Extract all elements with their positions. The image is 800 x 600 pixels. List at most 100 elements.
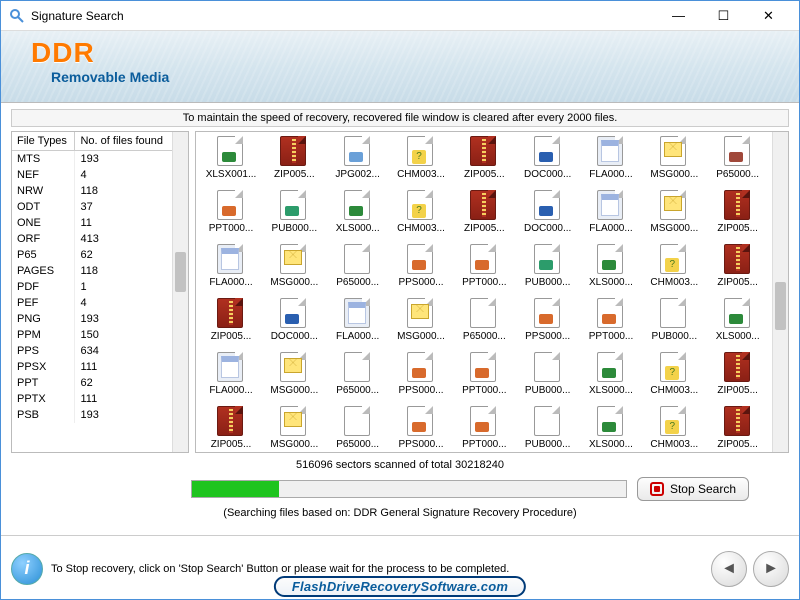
file-item[interactable]: ZIP005... bbox=[709, 352, 767, 404]
file-item[interactable]: MSG000... bbox=[645, 136, 703, 188]
file-item[interactable]: PUB000... bbox=[265, 190, 323, 242]
file-item[interactable]: ZIP005... bbox=[202, 406, 260, 452]
file-item[interactable]: PPT000... bbox=[455, 244, 513, 296]
file-item[interactable]: CHM003... bbox=[645, 244, 703, 296]
file-label: JPG002... bbox=[335, 169, 379, 180]
table-row[interactable]: PPSX111 bbox=[12, 359, 172, 375]
file-label: XLS000... bbox=[589, 277, 633, 288]
file-item[interactable]: PPT000... bbox=[455, 352, 513, 404]
file-item[interactable]: XLS000... bbox=[582, 406, 640, 452]
file-item[interactable]: MSG000... bbox=[265, 244, 323, 296]
file-item[interactable]: PPT000... bbox=[455, 406, 513, 452]
table-row[interactable]: ODT37 bbox=[12, 199, 172, 215]
file-item[interactable]: PPS000... bbox=[392, 352, 450, 404]
file-item[interactable]: PPS000... bbox=[519, 298, 577, 350]
table-row[interactable]: NEF4 bbox=[12, 167, 172, 183]
close-button[interactable]: ✕ bbox=[746, 2, 791, 30]
file-item[interactable]: P65000... bbox=[329, 244, 387, 296]
back-button[interactable]: ◄ bbox=[711, 551, 747, 587]
file-item[interactable]: FLA000... bbox=[582, 136, 640, 188]
file-item[interactable]: ZIP005... bbox=[709, 244, 767, 296]
file-item[interactable]: MSG000... bbox=[645, 190, 703, 242]
progress-bar bbox=[191, 480, 627, 498]
stop-label: Stop Search bbox=[670, 482, 736, 496]
website-badge[interactable]: FlashDriveRecoverySoftware.com bbox=[274, 576, 526, 597]
file-item[interactable]: DOC000... bbox=[519, 190, 577, 242]
file-item[interactable]: ZIP005... bbox=[709, 190, 767, 242]
file-label: FLA000... bbox=[589, 169, 632, 180]
table-row[interactable]: PNG193 bbox=[12, 311, 172, 327]
table-row[interactable]: P6562 bbox=[12, 247, 172, 263]
bottom-bar: i To Stop recovery, click on 'Stop Searc… bbox=[1, 535, 799, 599]
file-item[interactable]: XLSX001... bbox=[202, 136, 260, 188]
file-item[interactable]: FLA000... bbox=[202, 352, 260, 404]
file-item[interactable]: PPS000... bbox=[392, 406, 450, 452]
file-item[interactable]: XLS000... bbox=[582, 244, 640, 296]
table-row[interactable]: PPM150 bbox=[12, 327, 172, 343]
table-row[interactable]: ORF413 bbox=[12, 231, 172, 247]
table-row[interactable]: PPT62 bbox=[12, 375, 172, 391]
table-row[interactable]: ONE11 bbox=[12, 215, 172, 231]
file-item[interactable]: P65000... bbox=[329, 406, 387, 452]
file-item[interactable]: PPT000... bbox=[202, 190, 260, 242]
file-item[interactable]: ZIP005... bbox=[455, 136, 513, 188]
file-item[interactable]: PUB000... bbox=[645, 298, 703, 350]
file-item[interactable]: CHM003... bbox=[392, 136, 450, 188]
file-item[interactable]: CHM003... bbox=[392, 190, 450, 242]
file-item[interactable]: FLA000... bbox=[329, 298, 387, 350]
file-item[interactable]: ZIP005... bbox=[202, 298, 260, 350]
stop-search-button[interactable]: Stop Search bbox=[637, 477, 749, 501]
table-row[interactable]: PSB193 bbox=[12, 407, 172, 423]
file-item[interactable]: XLS000... bbox=[709, 298, 767, 350]
file-item[interactable]: PPT000... bbox=[582, 298, 640, 350]
table-row[interactable]: PEF4 bbox=[12, 295, 172, 311]
minimize-button[interactable]: ― bbox=[656, 2, 701, 30]
file-item[interactable]: FLA000... bbox=[202, 244, 260, 296]
file-item[interactable]: DOC000... bbox=[519, 136, 577, 188]
col-file-types[interactable]: File Types bbox=[12, 132, 75, 151]
file-item[interactable]: P65000... bbox=[455, 298, 513, 350]
col-files-found[interactable]: No. of files found bbox=[75, 132, 172, 151]
file-label: XLS000... bbox=[589, 385, 633, 396]
cell-count: 193 bbox=[75, 311, 172, 327]
table-row[interactable]: NRW118 bbox=[12, 183, 172, 199]
file-item[interactable]: FLA000... bbox=[582, 190, 640, 242]
file-item[interactable]: CHM003... bbox=[645, 352, 703, 404]
maximize-button[interactable]: ☐ bbox=[701, 2, 746, 30]
file-item[interactable]: P65000... bbox=[709, 136, 767, 188]
file-icon bbox=[597, 298, 625, 330]
file-item[interactable]: PPS000... bbox=[392, 244, 450, 296]
cell-type: PNG bbox=[12, 311, 75, 327]
file-item[interactable]: JPG002... bbox=[329, 136, 387, 188]
file-types-scroll[interactable]: File Types No. of files found MTS193NEF4… bbox=[12, 132, 172, 452]
file-item[interactable]: PUB000... bbox=[519, 406, 577, 452]
cell-type: PPS bbox=[12, 343, 75, 359]
file-item[interactable]: ZIP005... bbox=[709, 406, 767, 452]
file-item[interactable]: DOC000... bbox=[265, 298, 323, 350]
table-row[interactable]: PDF1 bbox=[12, 279, 172, 295]
file-item[interactable]: MSG000... bbox=[392, 298, 450, 350]
file-item[interactable]: MSG000... bbox=[265, 352, 323, 404]
table-row[interactable]: PPS634 bbox=[12, 343, 172, 359]
file-item[interactable]: PUB000... bbox=[519, 244, 577, 296]
file-item[interactable]: ZIP005... bbox=[265, 136, 323, 188]
table-row[interactable]: PAGES118 bbox=[12, 263, 172, 279]
file-item[interactable]: P65000... bbox=[329, 352, 387, 404]
file-item[interactable]: XLS000... bbox=[329, 190, 387, 242]
file-item[interactable]: MSG000... bbox=[265, 406, 323, 452]
file-icon bbox=[280, 298, 308, 330]
right-scrollbar[interactable] bbox=[772, 132, 788, 452]
left-scrollbar[interactable] bbox=[172, 132, 188, 452]
file-item[interactable]: CHM003... bbox=[645, 406, 703, 452]
file-item[interactable]: PUB000... bbox=[519, 352, 577, 404]
cell-count: 4 bbox=[75, 295, 172, 311]
file-item[interactable]: ZIP005... bbox=[455, 190, 513, 242]
file-icon-area[interactable]: XLSX001...ZIP005...JPG002...CHM003...ZIP… bbox=[196, 132, 772, 452]
file-icon bbox=[660, 190, 688, 222]
forward-button[interactable]: ► bbox=[753, 551, 789, 587]
file-item[interactable]: XLS000... bbox=[582, 352, 640, 404]
table-row[interactable]: PPTX111 bbox=[12, 391, 172, 407]
table-row[interactable]: MTS193 bbox=[12, 151, 172, 168]
file-icon bbox=[470, 298, 498, 330]
cell-type: PSB bbox=[12, 407, 75, 423]
